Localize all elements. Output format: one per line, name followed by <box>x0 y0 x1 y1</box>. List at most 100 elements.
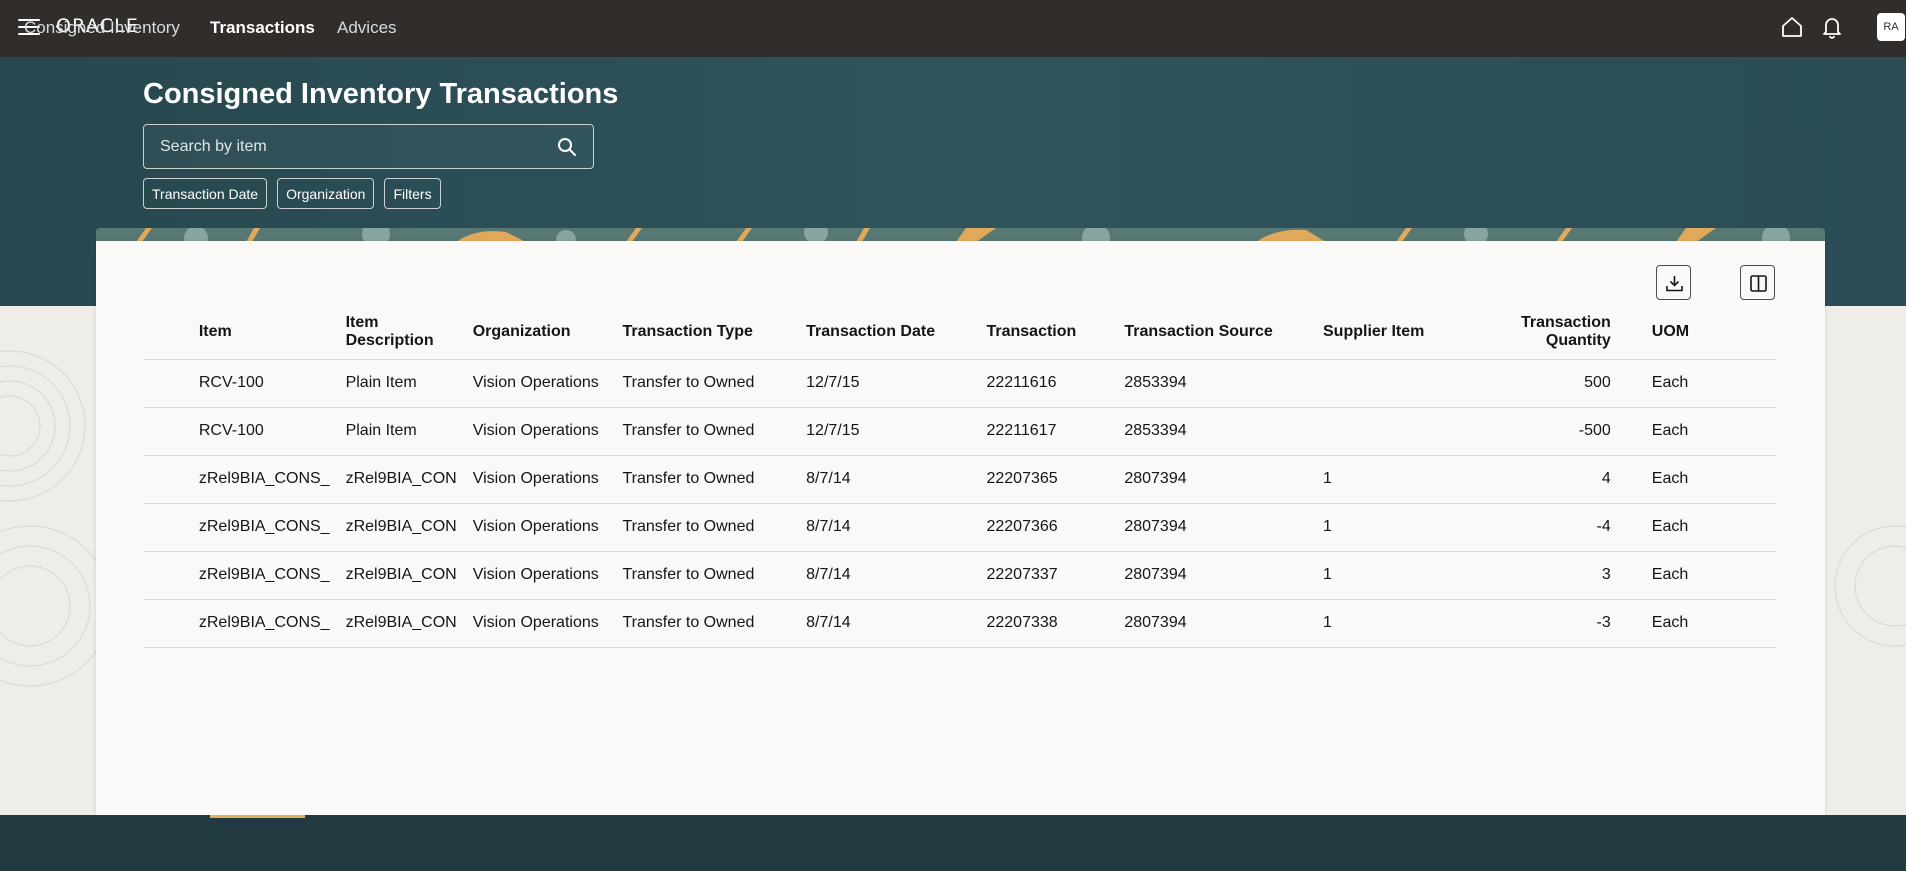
table-row[interactable]: RCV-100 Plain Item Vision Operations Transf… <box>143 359 1776 408</box>
cell-item: RCV-100 <box>190 359 338 408</box>
cell-transaction-date: 8/7/14 <box>798 503 979 552</box>
home-icon[interactable] <box>1779 14 1805 40</box>
cell-transaction-quantity: -3 <box>1462 599 1644 648</box>
transaction-date-filter-chip[interactable]: Transaction Date <box>143 178 268 209</box>
cell-transaction-type: Transfer to Owned <box>614 503 799 552</box>
search-box <box>143 124 594 169</box>
cell-transaction-date: 8/7/14 <box>798 599 979 648</box>
cell-supplier-item: 1 <box>1315 503 1463 552</box>
cell-transaction-type: Transfer to Owned <box>614 407 799 456</box>
cell-transaction-source: 2853394 <box>1116 407 1315 456</box>
cell-organization: Vision Operations <box>464 503 615 552</box>
cell-item-description: zRel9BIA_CON <box>337 503 465 552</box>
cell-transaction-quantity: -4 <box>1462 503 1644 552</box>
cell-item: zRel9BIA_CONS_ <box>190 551 338 600</box>
row-select-cell[interactable] <box>143 407 191 456</box>
column-header-organization[interactable]: Organization <box>464 305 615 360</box>
cell-uom: Each <box>1643 599 1776 648</box>
column-header-uom[interactable]: UOM <box>1643 305 1776 360</box>
cell-transaction: 22207365 <box>978 455 1117 504</box>
cell-organization: Vision Operations <box>464 455 615 504</box>
cell-item: zRel9BIA_CONS_ <box>190 503 338 552</box>
cell-supplier-item: 1 <box>1315 551 1463 600</box>
export-button[interactable] <box>1656 265 1691 300</box>
column-header-supplier-item[interactable]: Supplier Item <box>1315 305 1463 360</box>
cell-supplier-item <box>1315 407 1463 456</box>
tab-transactions[interactable]: Transactions <box>210 0 315 56</box>
table-row[interactable]: RCV-100 Plain Item Vision Operations Transf… <box>143 407 1776 456</box>
column-header-transaction-type[interactable]: Transaction Type <box>614 305 799 360</box>
table-row[interactable]: zRel9BIA_CONS_ zRel9BIA_CON Vision Operati… <box>143 551 1776 600</box>
decorative-pattern <box>96 228 1825 242</box>
cell-uom: Each <box>1643 407 1776 456</box>
cell-supplier-item <box>1315 359 1463 408</box>
cell-item-description: zRel9BIA_CON <box>337 551 465 600</box>
cell-uom: Each <box>1643 455 1776 504</box>
cell-transaction-date: 12/7/15 <box>798 407 979 456</box>
cell-uom: Each <box>1643 359 1776 408</box>
cell-transaction-quantity: 4 <box>1462 455 1644 504</box>
search-icon[interactable] <box>557 137 577 157</box>
cell-transaction-type: Transfer to Owned <box>614 359 799 408</box>
tab-consigned-inventory[interactable]: Consigned Inventory <box>24 0 180 56</box>
select-column-header <box>143 305 191 360</box>
column-header-transaction[interactable]: Transaction <box>978 305 1117 360</box>
row-select-cell[interactable] <box>143 551 191 600</box>
cell-organization: Vision Operations <box>464 599 615 648</box>
bottom-tab-bar <box>0 815 1906 871</box>
background-pattern-left <box>0 350 96 687</box>
cell-transaction-type: Transfer to Owned <box>614 455 799 504</box>
column-header-transaction-source[interactable]: Transaction Source <box>1116 305 1315 360</box>
filters-chip[interactable]: Filters <box>384 178 441 209</box>
cell-item-description: zRel9BIA_CON <box>337 599 465 648</box>
cell-transaction-type: Transfer to Owned <box>614 599 799 648</box>
cell-transaction-source: 2853394 <box>1116 359 1315 408</box>
row-select-cell[interactable] <box>143 455 191 504</box>
cell-transaction-quantity: 3 <box>1462 551 1644 600</box>
cell-transaction: 22207338 <box>978 599 1117 648</box>
avatar[interactable]: RA <box>1877 13 1905 41</box>
transactions-table: Item Item Description Organization Trans… <box>143 305 1776 648</box>
cell-item: zRel9BIA_CONS_ <box>190 599 338 648</box>
cell-item-description: Plain Item <box>337 359 465 408</box>
transactions-card: Item Item Description Organization Trans… <box>96 241 1825 815</box>
table-row[interactable]: zRel9BIA_CONS_ zRel9BIA_CON Vision Operati… <box>143 503 1776 552</box>
row-select-cell[interactable] <box>143 503 191 552</box>
cell-transaction: 22211616 <box>978 359 1117 408</box>
column-header-item[interactable]: Item <box>190 305 338 360</box>
table-row[interactable]: zRel9BIA_CONS_ zRel9BIA_CON Vision Operati… <box>143 599 1776 648</box>
cell-transaction-quantity: 500 <box>1462 359 1644 408</box>
cell-item: zRel9BIA_CONS_ <box>190 455 338 504</box>
row-select-cell[interactable] <box>143 359 191 408</box>
cell-transaction-quantity: -500 <box>1462 407 1644 456</box>
filter-chips: Transaction Date Organization Filters <box>143 178 441 209</box>
cell-transaction-source: 2807394 <box>1116 599 1315 648</box>
page-title: Consigned Inventory Transactions <box>143 78 619 110</box>
tab-advices[interactable]: Advices <box>337 0 397 56</box>
cell-transaction: 22207366 <box>978 503 1117 552</box>
download-icon <box>1666 276 1683 292</box>
column-header-item-description[interactable]: Item Description <box>337 305 465 360</box>
cell-organization: Vision Operations <box>464 551 615 600</box>
cell-item-description: zRel9BIA_CON <box>337 455 465 504</box>
cell-transaction-date: 8/7/14 <box>798 551 979 600</box>
cell-item: RCV-100 <box>190 407 338 456</box>
cell-uom: Each <box>1643 551 1776 600</box>
table-row[interactable]: zRel9BIA_CONS_ zRel9BIA_CON Vision Operati… <box>143 455 1776 504</box>
cell-transaction-source: 2807394 <box>1116 455 1315 504</box>
column-layout-button[interactable] <box>1740 265 1775 300</box>
cell-supplier-item: 1 <box>1315 455 1463 504</box>
column-header-transaction-quantity[interactable]: Transaction Quantity <box>1462 305 1644 360</box>
columns-icon <box>1750 275 1767 292</box>
cell-transaction: 22211617 <box>978 407 1117 456</box>
row-select-cell[interactable] <box>143 599 191 648</box>
cell-organization: Vision Operations <box>464 359 615 408</box>
organization-filter-chip[interactable]: Organization <box>277 178 375 209</box>
cell-transaction-source: 2807394 <box>1116 503 1315 552</box>
bell-icon[interactable] <box>1819 14 1845 40</box>
cell-supplier-item: 1 <box>1315 599 1463 648</box>
column-header-transaction-date[interactable]: Transaction Date <box>798 305 979 360</box>
search-input[interactable] <box>160 125 540 168</box>
cell-transaction-date: 12/7/15 <box>798 359 979 408</box>
background-pattern-right <box>1834 525 1906 647</box>
